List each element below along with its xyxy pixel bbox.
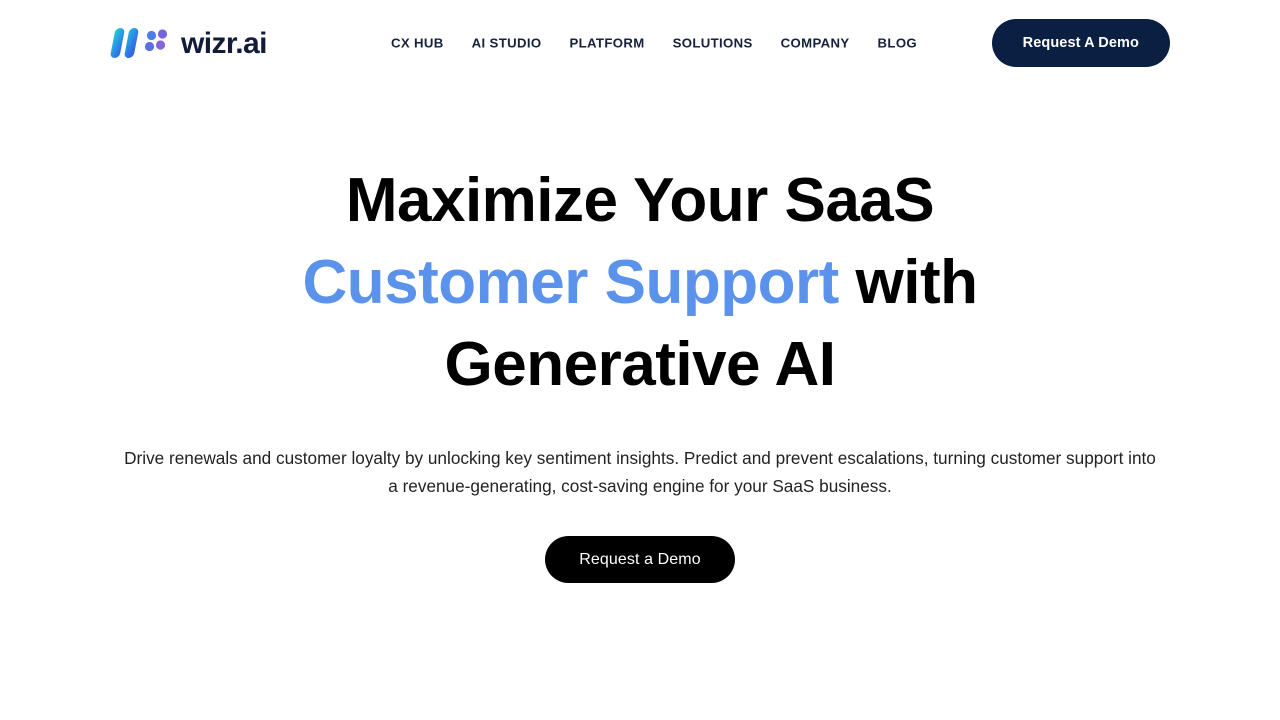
wizr-logo-mark-icon [110, 26, 172, 60]
brand-logo-link[interactable]: wizr.ai [110, 23, 267, 63]
nav-item-company[interactable]: COMPANY [781, 36, 850, 49]
headline-line-3: Generative AI [444, 330, 836, 399]
brand-wordmark: wizr.ai [181, 27, 267, 60]
headline-line-1: Maximize Your SaaS [345, 166, 935, 235]
main-navigation: Cx HUB AI STUDIO PLATFORM SOLUTIONS COMP… [391, 36, 917, 49]
nav-item-blog[interactable]: BLOG [878, 36, 918, 49]
nav-item-cx-hub[interactable]: Cx HUB [391, 36, 444, 49]
site-header: wizr.ai Cx HUB AI STUDIO PLATFORM SOLUTI… [0, 0, 1280, 86]
nav-item-solutions[interactable]: SOLUTIONS [673, 36, 753, 49]
headline-line-2-rest: with [838, 248, 978, 317]
headline-accent-text: Customer Support [302, 248, 840, 317]
nav-item-ai-studio[interactable]: AI STUDIO [472, 36, 542, 49]
hero-cta-container: Request a Demo [0, 536, 1280, 583]
hero-subheading: Drive renewals and customer loyalty by u… [124, 448, 1156, 496]
hero-request-demo-button[interactable]: Request a Demo [545, 536, 735, 583]
nav-item-platform[interactable]: PLATFORM [569, 36, 644, 49]
header-request-demo-button[interactable]: Request A Demo [991, 19, 1170, 67]
page-title: Maximize Your SaaS Customer Support with… [140, 160, 1140, 406]
hero-section: Maximize Your SaaS Customer Support with… [0, 86, 1280, 583]
